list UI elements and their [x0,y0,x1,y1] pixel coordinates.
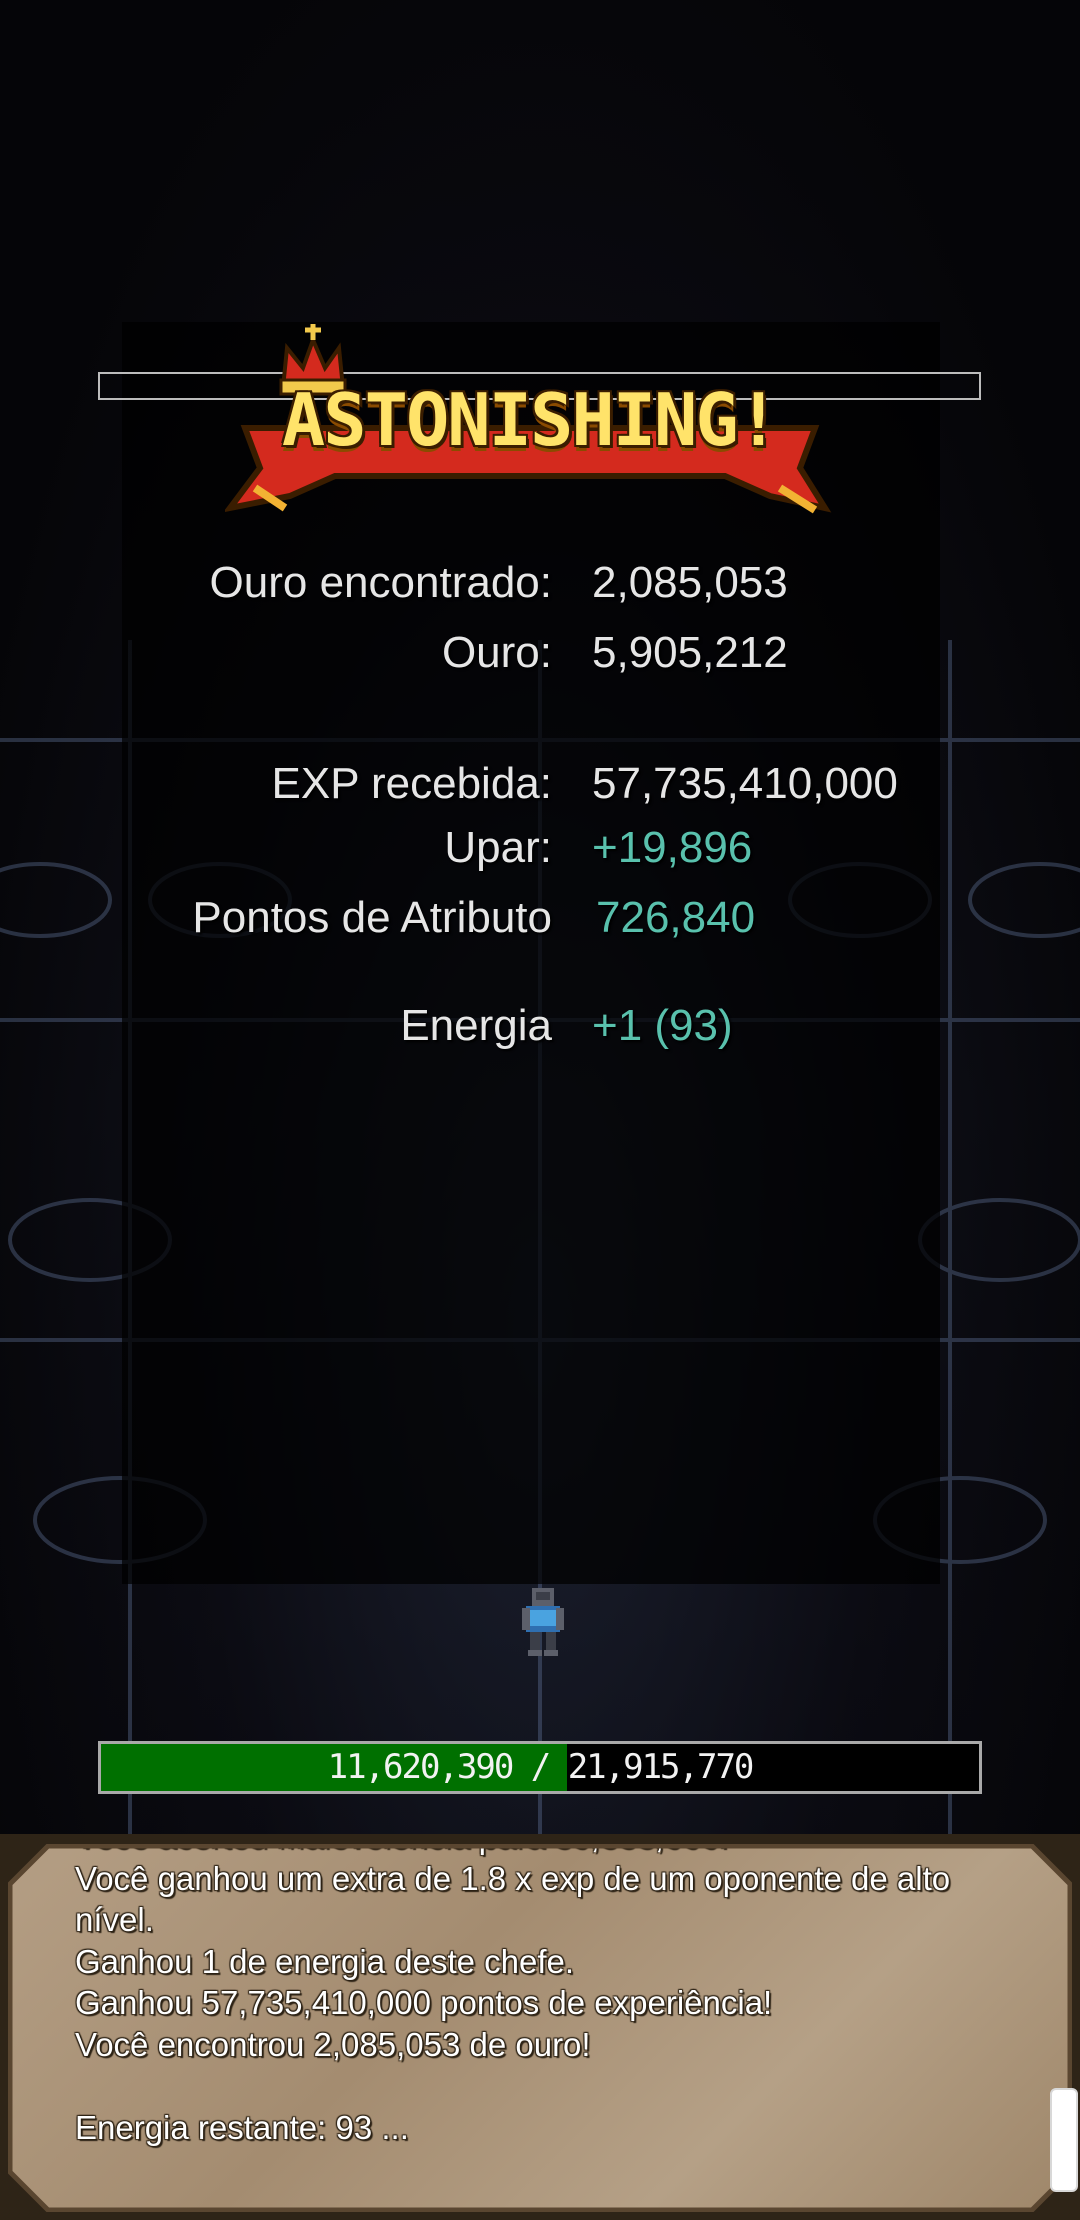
exp-label: EXP recebida: [271,759,552,808]
attribute-points-label: Pontos de Atributo [192,893,552,942]
message-log-lines: Você acertou Malevolência para 39,333,00… [75,1844,1025,2148]
game-screen: ASTONISHING! Ouro encontrado: 2,085,053 … [0,0,1080,2220]
attribute-points-value: 726,840 [596,893,756,942]
log-line: Ganhou 57,735,410,000 pontos de experiên… [75,1984,773,2021]
gold-found-value: 2,085,053 [592,558,788,607]
stat-row-levelup: Upar: +19,896 [0,823,1080,883]
log-line: Você encontrou 2,085,053 de ouro! [75,2025,591,2063]
stat-row-exp: EXP recebida: 57,735,410,000 [0,759,1080,819]
message-log-panel: Você acertou Malevolência para 39,333,00… [0,1834,1080,2220]
log-line: Você acertou Malevolência para 39,333,00… [75,1844,1025,1858]
stat-row-gold: Ouro: 5,905,212 [0,628,1080,688]
log-line: Você ganhou um extra de 1.8 x exp de um … [75,1859,960,1939]
log-line: Energia restante: 93 ... [75,2108,409,2146]
stat-row-gold-found: Ouro encontrado: 2,085,053 [0,558,1080,618]
banner-title: ASTONISHING! [281,378,780,462]
stat-row-energy: Energia +1 (93) [0,1001,1080,1061]
exp-progress-text: 11,620,390 / 21,915,770 [327,1747,755,1787]
exp-progress-bar: 11,620,390 / 21,915,770 [98,1741,982,1794]
gold-label: Ouro: [441,628,552,677]
levelup-label: Upar: [444,823,552,872]
message-log-parchment[interactable]: Você acertou Malevolência para 39,333,00… [8,1844,1072,2212]
message-log-scrollbar[interactable] [1050,2088,1078,2192]
stat-row-attribute-points: Pontos de Atributo 726,840 [0,893,1080,953]
exp-value: 57,735,410,000 [592,759,898,808]
energy-value: +1 (93) [592,1001,733,1050]
gold-found-label: Ouro encontrado: [209,558,552,607]
gold-value: 5,905,212 [592,628,788,677]
log-line: Ganhou 1 de energia deste chefe. [75,1942,575,1980]
astonishing-banner: ASTONISHING! [222,318,835,523]
player-character-sprite [522,1588,564,1656]
levelup-value: +19,896 [592,823,753,872]
energy-label: Energia [400,1001,552,1050]
